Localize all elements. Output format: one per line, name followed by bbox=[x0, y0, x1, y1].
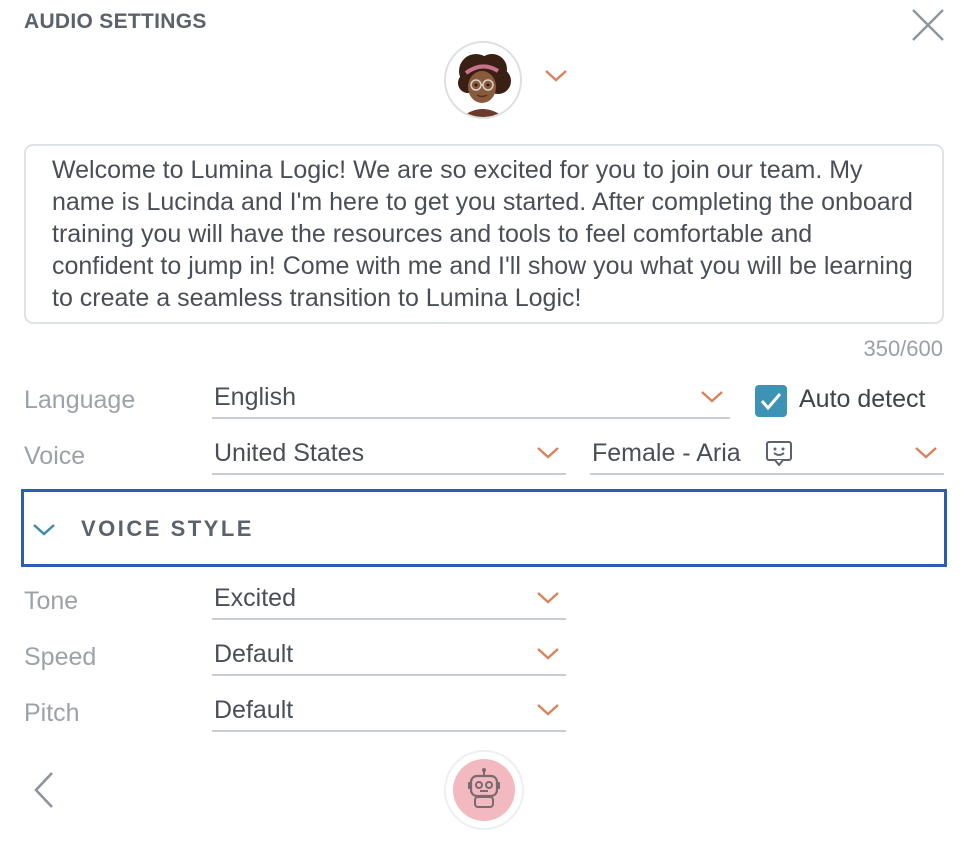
auto-detect-checkbox[interactable] bbox=[755, 385, 787, 417]
avatar-dropdown-button[interactable] bbox=[542, 66, 570, 86]
language-select[interactable]: English bbox=[212, 381, 730, 419]
chevron-down-icon bbox=[537, 447, 559, 459]
pitch-value: Default bbox=[214, 696, 294, 724]
language-value: English bbox=[214, 383, 296, 411]
voice-label: Voice bbox=[24, 442, 86, 470]
chevron-left-icon bbox=[34, 772, 53, 808]
speed-label: Speed bbox=[24, 643, 97, 671]
close-button[interactable] bbox=[909, 6, 947, 44]
voice-speaker-value: Female - Aria bbox=[592, 439, 741, 467]
auto-detect-label: Auto detect bbox=[799, 385, 926, 413]
back-button[interactable] bbox=[30, 770, 58, 810]
tone-select[interactable]: Excited bbox=[212, 582, 566, 620]
close-icon bbox=[912, 9, 944, 41]
avatar-image bbox=[446, 43, 520, 117]
speech-bubble-icon[interactable] bbox=[765, 440, 793, 466]
checkmark-icon bbox=[760, 393, 782, 411]
pitch-select[interactable]: Default bbox=[212, 694, 566, 732]
chevron-down-icon bbox=[537, 648, 559, 660]
voice-style-toggle[interactable]: VOICE STYLE bbox=[21, 489, 947, 567]
speed-select[interactable]: Default bbox=[212, 638, 566, 676]
character-count: 350/600 bbox=[863, 336, 943, 361]
page-title: AUDIO SETTINGS bbox=[24, 10, 207, 33]
language-label: Language bbox=[24, 386, 136, 414]
voice-preview-button-fill bbox=[453, 759, 515, 821]
pitch-label: Pitch bbox=[24, 699, 80, 727]
voice-preview-button[interactable] bbox=[444, 750, 524, 830]
chevron-down-icon bbox=[537, 592, 559, 604]
voice-region-select[interactable]: United States bbox=[212, 437, 566, 475]
chevron-down-icon bbox=[33, 524, 55, 536]
script-text-input[interactable]: Welcome to Lumina Logic! We are so excit… bbox=[52, 154, 920, 314]
script-textbox[interactable]: Welcome to Lumina Logic! We are so excit… bbox=[24, 144, 944, 324]
tone-label: Tone bbox=[24, 587, 79, 615]
avatar[interactable] bbox=[444, 41, 522, 119]
chevron-down-icon bbox=[701, 391, 723, 403]
chevron-down-icon bbox=[915, 447, 937, 459]
voice-style-label: VOICE STYLE bbox=[81, 516, 254, 541]
robot-icon bbox=[468, 768, 500, 808]
voice-speaker-select[interactable]: Female - Aria bbox=[590, 437, 944, 475]
voice-region-value: United States bbox=[214, 439, 365, 467]
speed-value: Default bbox=[214, 640, 294, 668]
chevron-down-icon bbox=[545, 70, 567, 82]
chevron-down-icon bbox=[537, 704, 559, 716]
tone-value: Excited bbox=[214, 584, 296, 612]
